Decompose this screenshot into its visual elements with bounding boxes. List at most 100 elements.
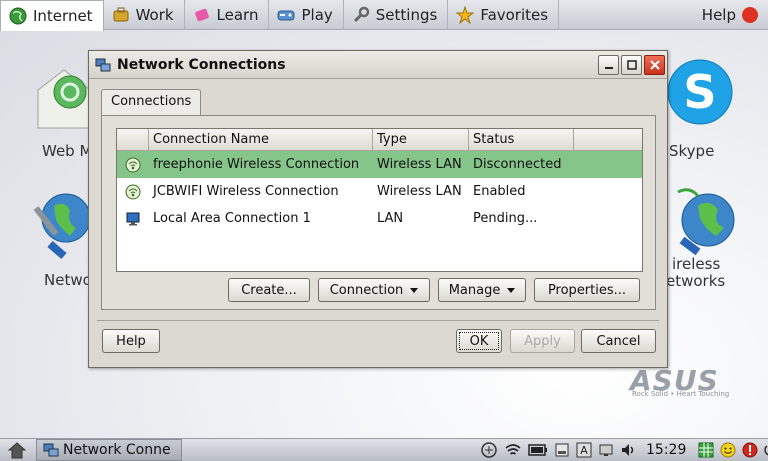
tab-work[interactable]: Work — [104, 0, 185, 30]
close-button[interactable] — [644, 54, 665, 75]
network-status-icon[interactable] — [480, 442, 498, 458]
wifi-icon[interactable] — [504, 442, 522, 458]
create-button[interactable]: Create... — [228, 278, 310, 302]
tab-connections[interactable]: Connections — [101, 89, 202, 115]
apply-button[interactable]: Apply — [510, 329, 575, 353]
wrench-icon — [353, 6, 370, 22]
gamepad-icon — [277, 10, 295, 20]
display-settings-icon[interactable] — [598, 442, 614, 458]
row-status: Pending... — [473, 211, 538, 226]
dialog-titlebar[interactable]: Network Connections — [89, 51, 667, 79]
desktop-label-networks: etworks — [666, 272, 726, 290]
header-connection-name[interactable]: Connection Name — [149, 129, 373, 150]
alert-icon[interactable] — [742, 442, 758, 458]
table-row[interactable]: freephonie Wireless Connection Wireless … — [117, 151, 642, 178]
top-tab-bar: Internet Work Learn Play Settings Favori… — [0, 0, 768, 31]
row-type: Wireless LAN — [377, 157, 462, 172]
properties-button[interactable]: Properties... — [534, 278, 640, 302]
row-connection-name: freephonie Wireless Connection — [153, 157, 360, 172]
tab-label: Play — [301, 5, 333, 24]
tab-label: Learn — [216, 5, 259, 24]
cancel-button[interactable]: Cancel — [581, 329, 656, 353]
tab-label: Favorites — [480, 5, 549, 24]
row-status: Enabled — [473, 184, 526, 199]
connections-list: Connection Name Type Status freephonie W… — [116, 128, 643, 272]
lan-monitor-icon — [126, 212, 140, 225]
header-filler — [574, 129, 642, 150]
desktop-label-web-mail: Web M — [42, 142, 93, 160]
svg-text:A: A — [580, 444, 588, 457]
smiley-icon[interactable] — [720, 442, 736, 458]
list-header: Connection Name Type Status — [117, 129, 642, 151]
row-icon-cell — [117, 211, 149, 227]
header-status[interactable]: Status — [469, 129, 574, 150]
help-icon — [742, 6, 758, 23]
power-icon[interactable] — [764, 442, 768, 458]
keyboard-layout-icon[interactable]: A — [576, 442, 592, 458]
globe-icon — [9, 7, 27, 24]
maximize-button[interactable] — [621, 54, 642, 75]
grid-apps-icon[interactable] — [698, 442, 714, 458]
table-row[interactable]: JCBWIFI Wireless Connection Wireless LAN… — [117, 178, 642, 205]
create-button-label: Create... — [241, 282, 297, 298]
row-type: Wireless LAN — [377, 184, 462, 199]
tab-label: Work — [135, 5, 174, 24]
tab-label: Internet — [33, 6, 93, 25]
chevron-down-icon — [507, 287, 516, 293]
battery-icon[interactable] — [528, 443, 548, 457]
taskbar: Network Conne A 15:29 — [0, 438, 768, 461]
network-window-icon — [43, 443, 59, 457]
connection-menu-button[interactable]: Connection — [318, 278, 430, 302]
manage-button-label: Manage — [448, 282, 501, 298]
storage-icon[interactable] — [554, 442, 570, 458]
connection-button-label: Connection — [329, 282, 404, 298]
tab-label: Settings — [375, 5, 438, 24]
cancel-button-label: Cancel — [596, 333, 641, 349]
properties-button-label: Properties... — [547, 282, 627, 298]
chevron-down-icon — [410, 287, 419, 293]
help-button-label: Help — [116, 333, 146, 349]
tab-favorites[interactable]: Favorites — [448, 0, 560, 30]
skype-icon[interactable]: S — [666, 52, 736, 134]
eraser-icon — [194, 8, 209, 21]
network-connections-dialog: Network Connections Connections Connecti… — [88, 50, 668, 368]
taskbar-app-network-connections[interactable]: Network Conne — [36, 439, 182, 461]
ok-button-label: OK — [469, 333, 489, 349]
row-connection-name: Local Area Connection 1 — [153, 211, 311, 226]
row-icon-cell — [117, 157, 149, 173]
desktop-label-wireless: ireless — [672, 255, 721, 273]
clock[interactable]: 15:29 — [646, 442, 686, 458]
ok-button[interactable]: OK — [456, 329, 502, 353]
network-window-icon — [95, 58, 111, 71]
star-icon — [456, 5, 475, 24]
table-row[interactable]: Local Area Connection 1 LAN Pending... — [117, 205, 642, 232]
row-connection-name: JCBWIFI Wireless Connection — [153, 184, 339, 199]
home-icon[interactable] — [8, 442, 26, 459]
tab-internet[interactable]: Internet — [0, 0, 104, 31]
volume-icon[interactable] — [620, 442, 636, 458]
header-type[interactable]: Type — [373, 129, 469, 150]
help-menu[interactable]: Help — [694, 0, 768, 30]
wireless-icon — [125, 184, 141, 199]
system-tray: A 15:29 — [480, 439, 768, 461]
web-mail-icon[interactable] — [34, 62, 94, 136]
network-icon[interactable] — [30, 186, 92, 262]
wireless-networks-icon[interactable] — [668, 180, 740, 260]
brand-tagline: Rock Solid • Heart Touching — [632, 390, 730, 398]
taskbar-app-label: Network Conne — [63, 442, 171, 458]
minimize-icon — [604, 66, 613, 69]
close-icon — [649, 59, 660, 70]
row-status: Disconnected — [473, 157, 562, 172]
briefcase-icon — [113, 7, 129, 21]
manage-menu-button[interactable]: Manage — [438, 278, 526, 302]
svg-text:S: S — [683, 65, 716, 119]
tab-settings[interactable]: Settings — [344, 0, 449, 30]
tab-learn[interactable]: Learn — [185, 0, 270, 30]
wireless-icon — [125, 157, 141, 172]
desktop-label-skype: Skype — [669, 142, 715, 160]
help-button[interactable]: Help — [102, 329, 160, 353]
minimize-button[interactable] — [598, 54, 619, 75]
tab-play[interactable]: Play — [269, 0, 344, 30]
dialog-title: Network Connections — [117, 56, 286, 73]
header-icon-column[interactable] — [117, 129, 149, 150]
